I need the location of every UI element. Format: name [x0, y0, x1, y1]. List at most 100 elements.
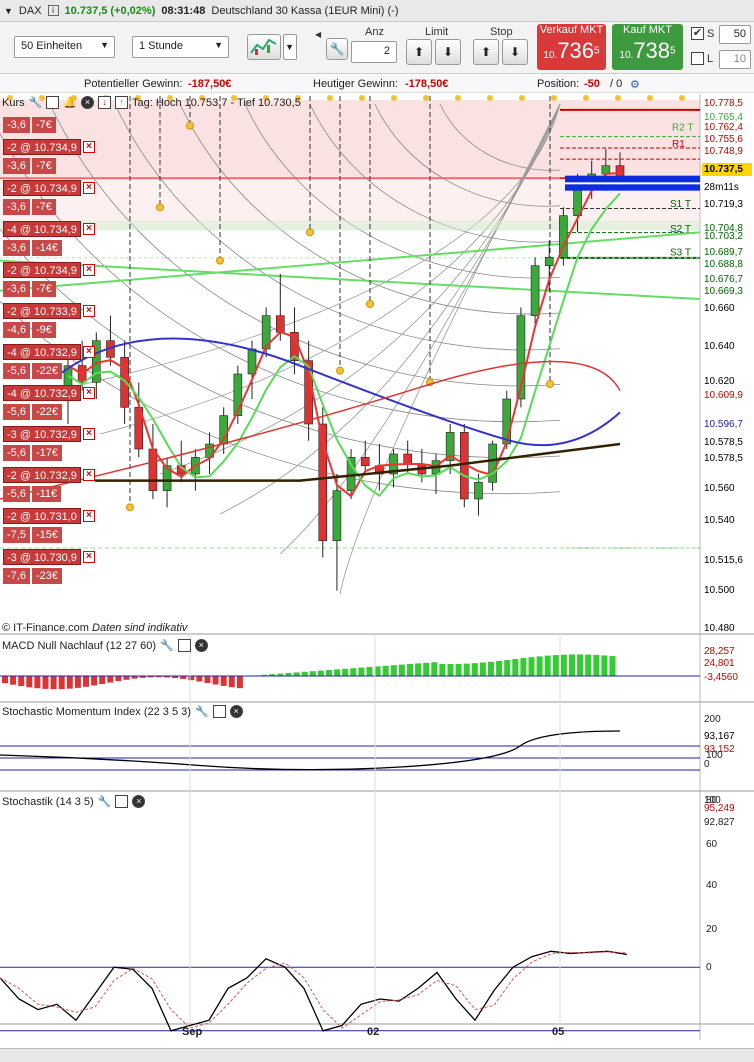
chart-type-icon[interactable] [247, 34, 281, 60]
order-row[interactable]: -3 @ 10.732,9 × [3, 425, 95, 443]
marker-dot [186, 121, 194, 130]
close-order-icon[interactable]: × [82, 346, 95, 358]
macd-bar [342, 668, 349, 676]
close-order-icon[interactable]: × [82, 141, 95, 153]
close-order-icon[interactable]: × [82, 223, 95, 235]
l-input[interactable]: 10 [719, 50, 751, 69]
order-row[interactable]: -4 @ 10.734,9 × [3, 220, 95, 238]
macd-bar [382, 665, 389, 676]
source-note: Daten sind indikativ [92, 622, 188, 634]
chart-type-dropdown[interactable]: ▼ [283, 34, 297, 60]
order-row[interactable]: -2 @ 10.731,0 × [3, 507, 95, 525]
close-order-icon[interactable]: × [82, 305, 95, 317]
macd-bar [220, 676, 227, 686]
macd-bar [196, 676, 203, 682]
stoch-d [0, 951, 628, 1029]
l-checkbox[interactable] [691, 52, 704, 65]
window-menu-icon[interactable]: ▼ [4, 6, 13, 16]
order-pl-points: -4,6 [3, 322, 30, 338]
order-row[interactable]: -2 @ 10.734,9 × [3, 261, 95, 279]
price-axis-label: 10.669,3 [704, 286, 743, 297]
copy-icon[interactable] [46, 96, 60, 109]
quantity-input[interactable]: 2 [351, 41, 397, 63]
source-footer: © IT-Finance.com Daten sind indikativ [2, 622, 187, 634]
buy-market-button[interactable]: Kauf MKT 10.7385 [612, 24, 683, 70]
order-row[interactable]: -2 @ 10.733,9 × [3, 302, 95, 320]
potential-profit-value: -187,50€ [188, 78, 232, 90]
macd-bar [601, 655, 608, 676]
order-qty: -2 @ 10.731,0 [3, 508, 81, 524]
macd-bar [188, 676, 195, 681]
stop-sell-icon[interactable]: ⬇ [502, 39, 528, 65]
price-axis-label: 10.737,5 [702, 163, 752, 176]
maximize-icon[interactable] [177, 639, 191, 652]
sell-price-prefix: 10. [543, 50, 558, 61]
price-axis-label: 10.515,6 [704, 555, 743, 566]
macd-bar [212, 676, 219, 685]
candle-body [360, 457, 370, 466]
pivot-label: S3 T [670, 247, 691, 258]
close-order-icon[interactable]: × [82, 428, 95, 440]
order-row[interactable]: -2 @ 10.732,9 × [3, 466, 95, 484]
maximize-icon[interactable] [212, 705, 226, 718]
s-input[interactable]: 50 [719, 25, 751, 44]
close-order-icon[interactable]: × [82, 264, 95, 276]
bottom-toolbar [0, 1048, 754, 1062]
close-order-icon[interactable]: × [82, 387, 95, 399]
order-row[interactable]: -4 @ 10.732,9 × [3, 384, 95, 402]
order-row[interactable]: -2 @ 10.734,9 × [3, 179, 95, 197]
macd-bar [439, 663, 446, 676]
order-qty: -4 @ 10.734,9 [3, 221, 81, 237]
buy-price: 738 [633, 38, 671, 63]
close-icon[interactable]: × [81, 96, 95, 109]
order-row[interactable]: -4 @ 10.732,9 × [3, 343, 95, 361]
macd-bar [560, 654, 567, 676]
limit-sell-icon[interactable]: ⬇ [435, 39, 461, 65]
wrench-icon[interactable]: 🔧 [326, 38, 348, 60]
chart-area[interactable]: R2 T R1 S1 T S2 T S3 T Kurs 🔧 🔔 × ↓ ↑ Tag: H… [0, 94, 754, 1040]
bell-icon[interactable]: 🔔 [63, 96, 77, 109]
wrench-icon[interactable]: 🔧 [195, 705, 209, 718]
close-order-icon[interactable]: × [82, 551, 95, 563]
collapse-arrow-icon[interactable]: ◀ [315, 30, 321, 39]
s-label: S [707, 28, 715, 40]
time-axis-label: 02 [367, 1026, 380, 1038]
macd-bar [91, 676, 98, 686]
candle-body [403, 453, 412, 465]
gears-icon[interactable]: ⚙ [630, 78, 640, 91]
stop-buy-icon[interactable]: ⬆ [473, 39, 499, 65]
macd-bar [390, 665, 397, 676]
close-icon[interactable]: × [132, 795, 146, 808]
close-icon[interactable]: × [229, 705, 243, 718]
order-row[interactable]: -2 @ 10.734,9 × [3, 138, 95, 156]
close-order-icon[interactable]: × [82, 510, 95, 522]
candle-body [247, 348, 257, 375]
arrow-up-icon[interactable]: ↑ [115, 96, 129, 109]
top-dot [391, 95, 397, 101]
wrench-icon[interactable]: 🔧 [160, 639, 174, 652]
close-order-icon[interactable]: × [82, 182, 95, 194]
wrench-icon[interactable]: 🔧 [98, 795, 112, 808]
close-order-icon[interactable]: × [82, 469, 95, 481]
sell-market-button[interactable]: Verkauf MKT 10.7365 [537, 24, 606, 70]
info-icon[interactable]: i [47, 5, 59, 16]
order-row[interactable]: -3 @ 10.730,9 × [3, 548, 95, 566]
arrow-down-icon[interactable]: ↓ [98, 96, 112, 109]
units-select[interactable]: 50 Einheiten ▼ [14, 36, 115, 58]
price-axis-label: 10.540 [704, 515, 735, 526]
wrench-icon[interactable]: 🔧 [29, 96, 43, 109]
stoch-tick: 80 [706, 795, 718, 806]
interval-select[interactable]: 1 Stunde ▼ [132, 36, 229, 58]
pivot-label: S2 T [670, 224, 691, 235]
marker-dot [156, 203, 164, 212]
limit-buy-icon[interactable]: ⬆ [406, 39, 432, 65]
maximize-icon[interactable] [115, 795, 129, 808]
s-checkbox[interactable]: ✔ [691, 27, 704, 40]
price-panel-header: Kurs 🔧 🔔 × ↓ ↑ Tag: Hoch 10.753,7 - Tief… [2, 96, 301, 109]
macd-bar [471, 663, 478, 676]
close-icon[interactable]: × [194, 639, 208, 652]
smi-value-1: 93,167 [704, 731, 735, 742]
order-pl-points: -3,6 [3, 240, 30, 256]
chart-canvas[interactable]: R2 T R1 S1 T S2 T S3 T [0, 94, 754, 1040]
order-qty: -2 @ 10.733,9 [3, 303, 81, 319]
